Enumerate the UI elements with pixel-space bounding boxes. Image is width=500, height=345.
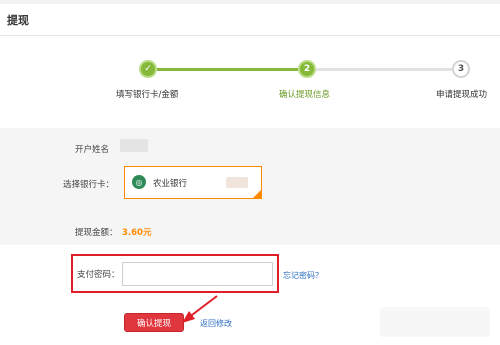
annotation-arrow-icon <box>182 295 218 323</box>
watermark <box>380 307 490 337</box>
